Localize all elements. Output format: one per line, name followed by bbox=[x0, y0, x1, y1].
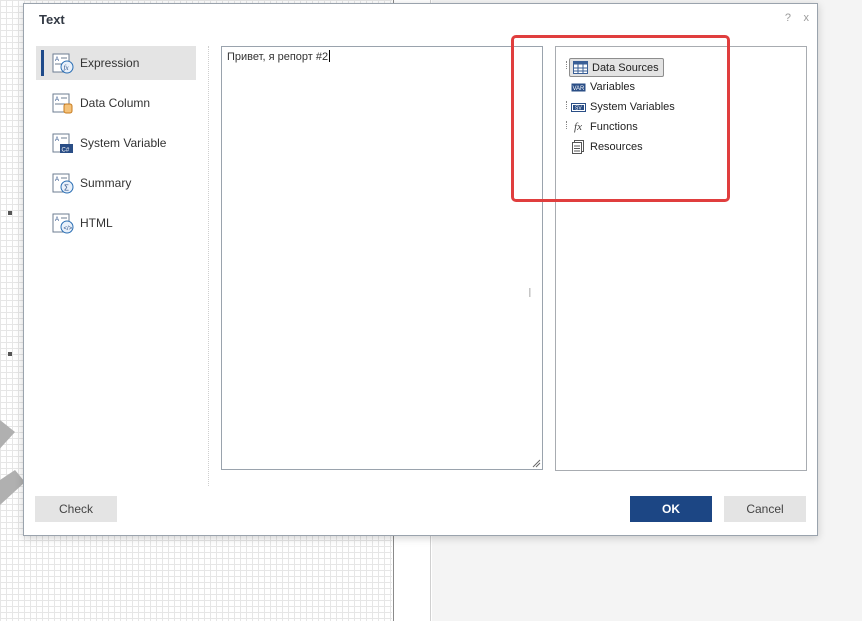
text-caret bbox=[329, 50, 331, 62]
tree-item-data-sources[interactable]: Data Sources bbox=[569, 58, 664, 77]
sidebar-item-system-variable[interactable]: A C# System Variable bbox=[36, 126, 196, 160]
svg-text:A: A bbox=[55, 177, 59, 183]
dialog-title: Text bbox=[39, 12, 65, 27]
sidebar-item-label: Data Column bbox=[80, 96, 151, 110]
help-button[interactable]: ? bbox=[785, 12, 791, 24]
sidebar-divider bbox=[208, 46, 209, 486]
html-icon: A </> bbox=[52, 213, 74, 234]
resize-grip-icon[interactable] bbox=[532, 459, 541, 468]
selection-handle[interactable] bbox=[8, 352, 12, 356]
ok-button[interactable]: OK bbox=[630, 496, 712, 522]
svg-text:A: A bbox=[55, 217, 59, 223]
expand-toggle[interactable] bbox=[566, 101, 568, 109]
tree-item-label: Data Sources bbox=[592, 61, 659, 74]
svg-text:C#: C# bbox=[62, 148, 70, 154]
expand-toggle[interactable] bbox=[566, 121, 568, 129]
data-column-icon: A bbox=[52, 93, 73, 114]
tree-item-label: Functions bbox=[590, 121, 638, 133]
svg-text:A: A bbox=[55, 137, 59, 143]
svg-text:VAR: VAR bbox=[572, 86, 585, 92]
sidebar-item-label: HTML bbox=[80, 216, 113, 230]
sidebar-item-label: System Variable bbox=[80, 136, 167, 150]
system-variable-icon: A C# bbox=[52, 133, 73, 154]
sidebar-item-html[interactable]: A </> HTML bbox=[36, 206, 196, 240]
tree-item-system-variables[interactable]: SV System Variables bbox=[570, 98, 675, 116]
expression-icon: A fx bbox=[52, 53, 74, 74]
sidebar-item-data-column[interactable]: A Data Column bbox=[36, 86, 196, 120]
selection-handle[interactable] bbox=[8, 211, 12, 215]
tree-item-functions[interactable]: fx Functions bbox=[570, 118, 638, 136]
expression-value: Привет, я репорт #2 bbox=[227, 51, 329, 63]
dictionary-tree[interactable]: Data Sources VAR Variables SV System Var… bbox=[555, 46, 807, 471]
svg-text:SV: SV bbox=[575, 105, 582, 111]
text-dialog: Text ? x A fx Expression A Data Column A… bbox=[23, 3, 818, 536]
sidebar-item-expression[interactable]: A fx Expression bbox=[36, 46, 196, 80]
close-button[interactable]: x bbox=[804, 12, 810, 24]
sidebar-item-summary[interactable]: A Σ Summary bbox=[36, 166, 196, 200]
resources-icon bbox=[570, 140, 586, 154]
check-button[interactable]: Check bbox=[35, 496, 117, 522]
data-sources-icon bbox=[572, 61, 588, 75]
expression-editor[interactable]: Привет, я репорт #2 bbox=[221, 46, 543, 470]
functions-icon: fx bbox=[574, 121, 582, 133]
svg-text:A: A bbox=[55, 97, 59, 103]
tree-item-label: Variables bbox=[590, 81, 636, 93]
tree-item-resources[interactable]: Resources bbox=[570, 138, 643, 156]
ibeam-cursor-icon: I bbox=[528, 285, 532, 300]
summary-icon: A Σ bbox=[52, 173, 74, 194]
expand-toggle[interactable] bbox=[566, 61, 568, 69]
svg-text:</>: </> bbox=[64, 226, 73, 232]
expression-type-sidebar: A fx Expression A Data Column A C# Syste… bbox=[36, 46, 196, 246]
cancel-button[interactable]: Cancel bbox=[724, 496, 806, 522]
system-variables-icon: SV bbox=[570, 100, 586, 114]
tree-item-variables[interactable]: VAR Variables bbox=[570, 78, 635, 96]
sidebar-item-label: Expression bbox=[80, 56, 140, 70]
svg-text:Σ: Σ bbox=[64, 184, 69, 193]
variables-icon: VAR bbox=[570, 80, 586, 94]
tree-item-label: Resources bbox=[590, 141, 643, 153]
sidebar-item-label: Summary bbox=[80, 176, 132, 190]
tree-item-label: System Variables bbox=[590, 101, 675, 113]
svg-text:A: A bbox=[55, 57, 59, 63]
svg-text:fx: fx bbox=[64, 64, 70, 72]
